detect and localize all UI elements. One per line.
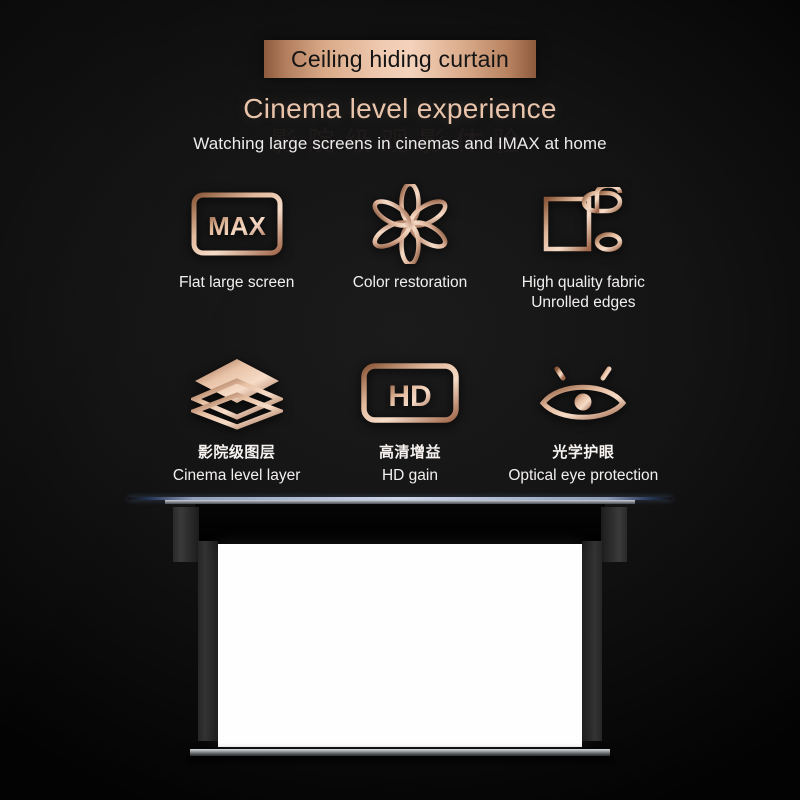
feature-label-en: HD gain <box>381 466 438 484</box>
tension-rail-right <box>582 541 602 741</box>
feature-label: High quality fabric Unrolled edges <box>521 274 645 312</box>
feature-cinema-level-layer: 影院级图层 Cinema level layer <box>150 354 323 485</box>
screen-casing <box>195 504 605 544</box>
feature-color-restoration: Color restoration <box>323 184 496 314</box>
hd-badge-icon: HD <box>360 354 460 432</box>
subheadline: Watching large screens in cinemas and IM… <box>193 134 607 153</box>
motorized-projector-screen <box>0 497 800 800</box>
feature-label-en: Cinema level layer <box>172 466 301 484</box>
feature-hd-gain: HD 高清增益 HD gain <box>323 354 496 485</box>
product-banner: Ceiling hiding curtain Cinema level expe… <box>0 0 800 800</box>
title-badge-label: Ceiling hiding curtain <box>291 45 509 72</box>
eye-protection-icon <box>535 354 631 432</box>
feature-row-1: MAX Flat large screen Color restoration … <box>150 184 670 314</box>
feature-label: Color restoration <box>352 274 468 291</box>
projection-surface <box>218 544 582 747</box>
bottom-weight-bar <box>190 749 610 756</box>
feature-grid: MAX Flat large screen Color restoration … <box>150 184 670 485</box>
max-screen-icon: MAX <box>189 185 285 263</box>
feature-label-en: Optical eye protection <box>508 466 659 484</box>
flower-petal-icon <box>368 184 452 264</box>
layers-icon <box>190 354 283 432</box>
feature-high-quality-fabric: High quality fabric Unrolled edges <box>497 185 670 314</box>
mount-bracket-left <box>173 507 199 562</box>
fabric-roll-icon <box>541 185 625 263</box>
feature-label-cn: 影院级图层 <box>197 443 276 461</box>
title-badge: Ceiling hiding curtain <box>264 40 536 78</box>
tension-rail-left <box>198 541 218 741</box>
feature-flat-large-screen: MAX Flat large screen <box>150 185 323 314</box>
headline: Cinema level experience <box>243 93 557 124</box>
feature-label-cn: 光学护眼 <box>552 443 615 461</box>
weight-bar-shadow <box>186 756 614 766</box>
feature-optical-eye-protection: 光学护眼 Optical eye protection <box>497 354 670 485</box>
hd-icon-text: HD <box>388 380 431 413</box>
feature-label-cn: 高清增益 <box>378 443 441 461</box>
feature-row-2: 影院级图层 Cinema level layer HD 高清增益 HD gain… <box>150 354 670 485</box>
mount-bracket-right <box>601 507 627 562</box>
max-icon-text: MAX <box>208 211 266 241</box>
feature-label: Flat large screen <box>178 274 295 291</box>
